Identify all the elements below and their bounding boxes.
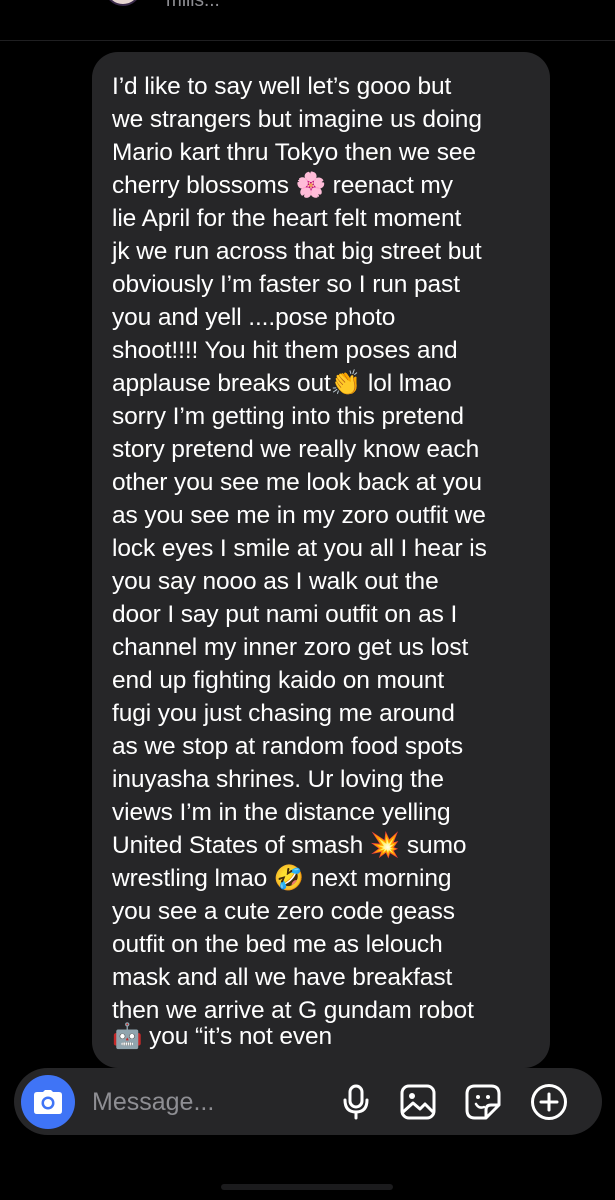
message-line: I’d like to say well let’s gooo but	[112, 73, 452, 100]
message-line: door I say put nami outfit on as I	[112, 601, 458, 628]
message-line: 🤖 you “it’s not even	[112, 1023, 333, 1050]
message-line: shoot!!!! You hit them poses and	[112, 337, 458, 364]
message-line: you and yell ....pose photo	[112, 304, 396, 331]
message-line: lie April for the heart felt moment	[112, 205, 462, 232]
plus-circle-icon	[531, 1084, 567, 1120]
message-line: views I’m in the distance yelling	[112, 799, 451, 826]
contact-name[interactable]: mills...	[166, 0, 220, 12]
message-line: lock eyes I smile at you all I hear is	[112, 535, 487, 562]
message-line: mask and all we have breakfast	[112, 964, 453, 991]
message-line: we strangers but imagine us doing	[112, 106, 482, 133]
message-line: cherry blossoms 🌸 reenact my	[112, 172, 453, 199]
message-line: you say nooo as I walk out the	[112, 568, 439, 595]
message-line: you see a cute zero code geass	[112, 898, 455, 925]
sticker-button[interactable]	[463, 1082, 503, 1122]
camera-button[interactable]	[21, 1075, 75, 1129]
image-icon	[400, 1084, 436, 1120]
message-line: fugi you just chasing me around	[112, 700, 455, 727]
sticker-icon	[465, 1084, 501, 1120]
message-line: Mario kart thru Tokyo then we see	[112, 139, 476, 166]
message-line: inuyasha shrines. Ur loving the	[112, 766, 444, 793]
message-line: United States of smash 💥 sumo	[112, 832, 467, 859]
message-line: as you see me in my zoro outfit we	[112, 502, 486, 529]
message-line: wrestling lmao 🤣 next morning	[112, 865, 452, 892]
message-line: sorry I’m getting into this pretend	[112, 403, 464, 430]
message-line: as we stop at random food spots	[112, 733, 463, 760]
gallery-button[interactable]	[398, 1082, 438, 1122]
camera-icon	[34, 1090, 62, 1114]
message-input[interactable]	[92, 1082, 332, 1122]
more-button[interactable]	[529, 1082, 569, 1122]
message-line: end up fighting kaido on mount	[112, 667, 445, 694]
message-line: applause breaks out👏 lol lmao	[112, 370, 452, 397]
header-divider	[0, 40, 615, 41]
conversation-header: mills...	[0, 0, 615, 40]
message-bubble[interactable]: I’d like to say well let’s gooo but we s…	[92, 52, 550, 1068]
microphone-icon	[343, 1084, 369, 1120]
message-composer	[14, 1068, 602, 1135]
message-line: channel my inner zoro get us lost	[112, 634, 469, 661]
microphone-button[interactable]	[336, 1082, 376, 1122]
message-line: story pretend we really know each	[112, 436, 480, 463]
message-line: outfit on the bed me as lelouch	[112, 931, 443, 958]
message-line: other you see me look back at you	[112, 469, 482, 496]
message-line: jk we run across that big street but	[112, 238, 482, 265]
home-indicator	[221, 1184, 393, 1190]
message-line: obviously I’m faster so I run past	[112, 271, 460, 298]
avatar[interactable]	[104, 0, 142, 6]
